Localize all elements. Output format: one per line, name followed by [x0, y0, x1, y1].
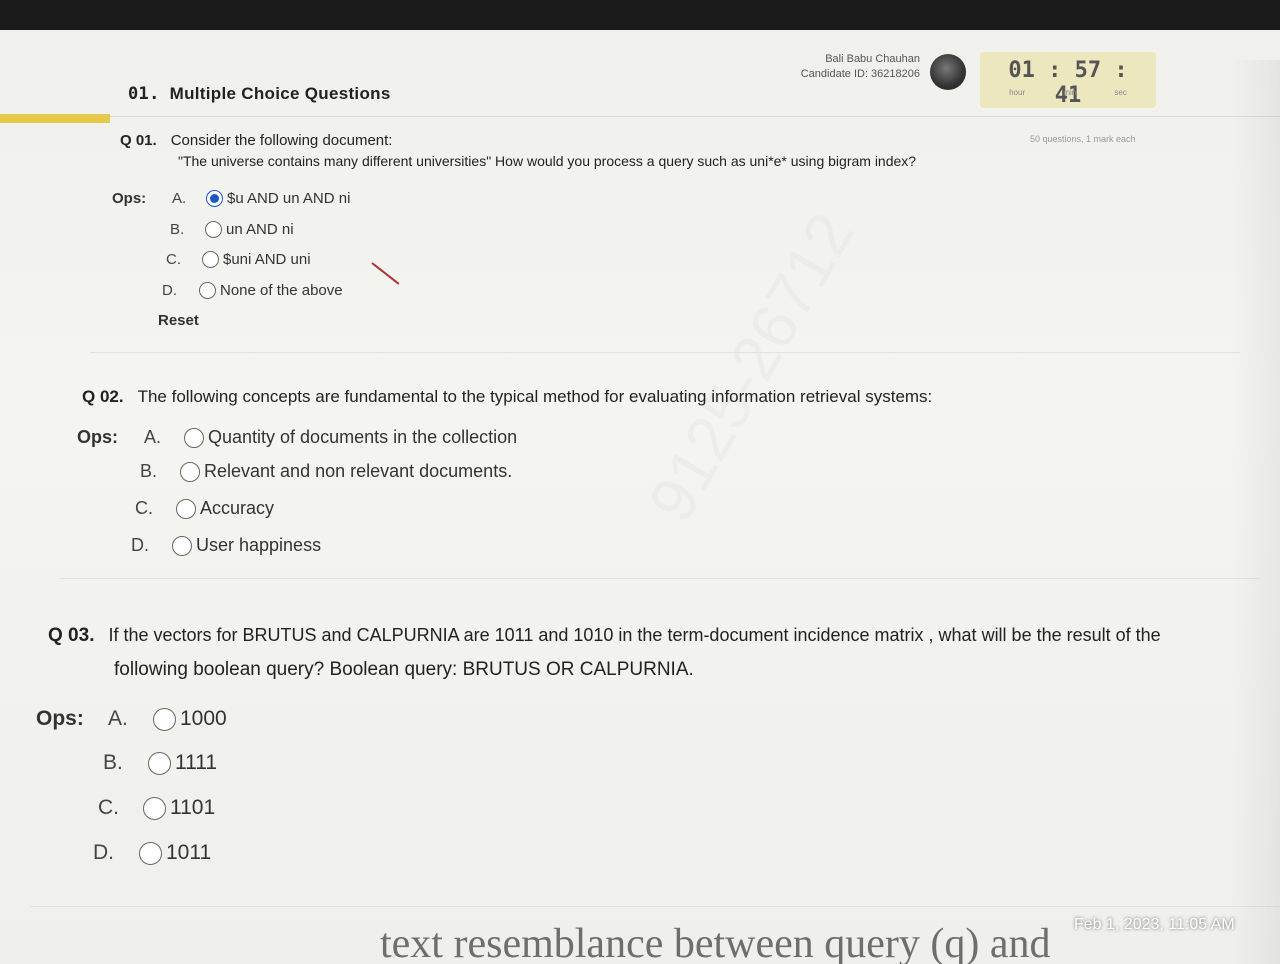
question-3-text-line-2: following boolean query? Boolean query: …	[114, 659, 694, 680]
option-letter: C.	[98, 796, 119, 819]
candidate-name: Bali Babu Chauhan	[825, 53, 920, 65]
question-2-text: The following concepts are fundamental t…	[137, 387, 933, 406]
question-3: Q 03. If the vectors for BRUTUS and CALPU…	[48, 618, 1268, 687]
timer-min-label: min	[1063, 88, 1077, 97]
section-title-text: Multiple Choice Questions	[169, 84, 391, 103]
question-1-option-b[interactable]: B. un AND ni	[170, 221, 294, 238]
option-text: 1111	[175, 751, 218, 774]
avatar	[930, 54, 966, 90]
question-divider	[30, 906, 1280, 907]
section-title: 01. Multiple Choice Questions	[128, 84, 391, 104]
question-1: Q 01. Consider the following document: "T…	[120, 132, 1120, 169]
candidate-info: Bali Babu Chauhan Candidate ID: 36218206	[770, 52, 920, 82]
question-3-text-line-1: If the vectors for BRUTUS and CALPURNIA …	[108, 625, 1161, 645]
section-number: 01.	[128, 84, 160, 104]
question-1-ops-label: Ops:	[112, 190, 147, 207]
timer-digits: 01 : 57 : 41	[1008, 58, 1128, 108]
option-letter: B.	[170, 221, 185, 238]
question-1-option-d[interactable]: D. None of the above	[162, 282, 343, 299]
question-3-line-1: Q 03. If the vectors for BRUTUS and CALPU…	[48, 618, 1268, 653]
radio-icon[interactable]	[176, 498, 196, 519]
photo-timestamp: Feb 1, 2023, 11:05 AM	[1074, 916, 1235, 933]
countdown-timer: 01 : 57 : 41 hour min sec	[980, 52, 1156, 108]
option-text: Quantity of documents in the collection	[208, 427, 518, 447]
question-1-prompt: Q 01. Consider the following document: "T…	[120, 132, 1120, 169]
timer-hours: 01	[1008, 58, 1035, 83]
timer-minutes: 57	[1074, 58, 1102, 83]
option-letter: A.	[108, 707, 128, 730]
timer-hour-label: hour	[1009, 88, 1026, 97]
option-letter: B.	[140, 461, 158, 481]
radio-icon[interactable]	[205, 221, 222, 238]
option-letter: C.	[166, 251, 181, 268]
question-1-label: Q 01.	[120, 132, 157, 149]
candidate-id: Candidate ID: 36218206	[800, 68, 920, 80]
option-text: un AND ni	[226, 221, 294, 238]
option-text: None of the above	[220, 282, 343, 299]
option-letter: A.	[144, 427, 162, 447]
section-indicator	[0, 114, 110, 123]
option-letter: A.	[172, 190, 187, 207]
option-text: Relevant and non relevant documents.	[204, 461, 513, 481]
radio-icon[interactable]	[184, 427, 204, 448]
question-2-label: Q 02.	[82, 387, 124, 406]
radio-icon[interactable]	[143, 796, 166, 820]
question-3-label: Q 03.	[48, 625, 95, 646]
question-2: Q 02. The following concepts are fundamen…	[82, 387, 1082, 407]
monitor-edge	[1230, 60, 1280, 964]
radio-icon[interactable]	[202, 251, 219, 268]
radio-icon[interactable]	[139, 841, 162, 865]
question-1-quote: "The universe contains many different un…	[178, 153, 917, 169]
question-3-option-a[interactable]: Ops: A. 1000	[36, 707, 227, 731]
question-3-option-c[interactable]: C. 1101	[98, 796, 215, 820]
next-question-partial-text: text resemblance between query (q) and	[380, 921, 1051, 964]
radio-selected-icon[interactable]	[206, 190, 223, 207]
question-1-option-a[interactable]: Ops: A. $u AND un AND ni	[112, 190, 350, 207]
option-letter: D.	[131, 535, 149, 555]
reset-button[interactable]: Reset	[158, 312, 199, 329]
option-letter: D.	[162, 282, 177, 299]
question-3-option-d[interactable]: D. 1011	[93, 841, 211, 865]
option-text: 1011	[166, 841, 212, 864]
option-letter: B.	[103, 751, 123, 774]
option-text: 1101	[170, 796, 216, 819]
option-text: $uni AND uni	[223, 251, 311, 268]
radio-icon[interactable]	[172, 535, 192, 556]
watermark: 9125-26712	[634, 201, 868, 533]
question-divider	[90, 352, 1240, 353]
option-letter: D.	[93, 841, 114, 864]
radio-icon[interactable]	[153, 707, 176, 731]
mouse-cursor-icon	[371, 262, 400, 285]
radio-icon[interactable]	[148, 751, 171, 775]
timer-sec-label: sec	[1114, 88, 1127, 97]
question-2-ops-label: Ops:	[77, 427, 119, 447]
exam-screen: 9125-26712 01. Multiple Choice Questions …	[0, 30, 1280, 964]
radio-icon[interactable]	[180, 461, 200, 482]
timer-units: hour min sec	[990, 88, 1146, 97]
question-2-option-a[interactable]: Ops: A. Quantity of documents in the col…	[77, 427, 517, 448]
header-divider	[110, 116, 1280, 117]
question-2-option-d[interactable]: D. User happiness	[131, 535, 321, 556]
question-3-option-b[interactable]: B. 1111	[103, 751, 217, 775]
question-divider	[60, 578, 1260, 579]
option-text: Accuracy	[200, 498, 275, 518]
option-text: User happiness	[196, 535, 322, 555]
option-letter: C.	[135, 498, 153, 518]
option-text: $u AND un AND ni	[227, 190, 351, 207]
radio-icon[interactable]	[199, 282, 216, 299]
question-2-option-c[interactable]: C. Accuracy	[135, 498, 274, 519]
option-text: 1000	[180, 707, 227, 730]
question-3-ops-label: Ops:	[36, 707, 84, 730]
question-2-option-b[interactable]: B. Relevant and non relevant documents.	[140, 461, 512, 482]
question-1-option-c[interactable]: C. $uni AND uni	[166, 251, 311, 268]
question-1-text: Consider the following document:	[170, 132, 393, 149]
